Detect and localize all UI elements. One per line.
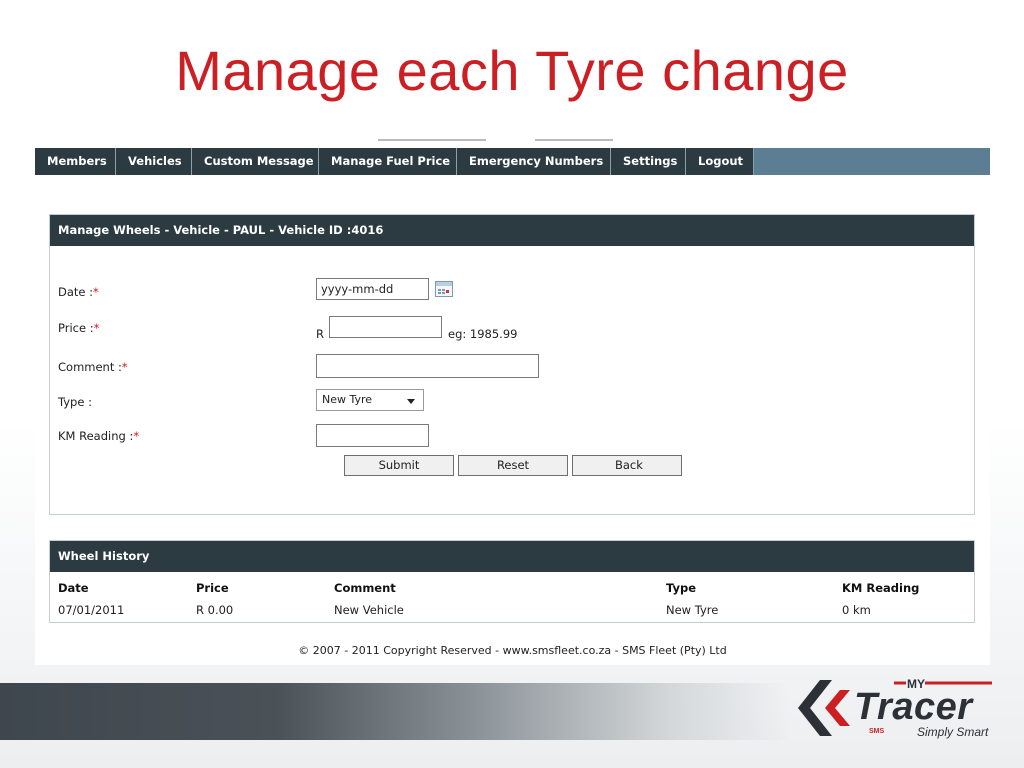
chevron-down-icon bbox=[407, 399, 415, 404]
column-header-date: Date bbox=[58, 581, 89, 595]
required-mark: * bbox=[133, 429, 140, 443]
divider bbox=[378, 139, 486, 141]
table-cell: 07/01/2011 bbox=[58, 603, 125, 617]
copyright-footer: © 2007 - 2011 Copyright Reserved - www.s… bbox=[298, 644, 727, 657]
divider bbox=[535, 139, 613, 141]
mytracer-logo: MY Tracer SMS Simply Smart bbox=[790, 672, 1000, 744]
table-cell: R 0.00 bbox=[196, 603, 234, 617]
type-select[interactable]: New Tyre bbox=[316, 389, 424, 411]
table-cell: 0 km bbox=[842, 603, 871, 617]
back-button[interactable]: Back bbox=[572, 455, 682, 476]
column-header-comment: Comment bbox=[334, 581, 396, 595]
reset-button[interactable]: Reset bbox=[458, 455, 568, 476]
table-cell: New Tyre bbox=[666, 603, 719, 617]
nav-logout[interactable]: Logout bbox=[686, 148, 754, 175]
km-reading-input[interactable] bbox=[316, 424, 429, 447]
column-header-km-reading: KM Reading bbox=[842, 581, 920, 595]
comment-label: Comment :* bbox=[58, 360, 128, 374]
currency-label: R bbox=[316, 327, 324, 341]
price-input[interactable] bbox=[329, 316, 442, 338]
column-header-price: Price bbox=[196, 581, 229, 595]
comment-input[interactable] bbox=[316, 354, 539, 378]
logo-sms: SMS bbox=[869, 728, 885, 735]
nav-members[interactable]: Members bbox=[35, 148, 116, 175]
nav-manage-fuel-price[interactable]: Manage Fuel Price bbox=[319, 148, 457, 175]
submit-button[interactable]: Submit bbox=[344, 455, 454, 476]
required-mark: * bbox=[93, 285, 99, 299]
nav-settings[interactable]: Settings bbox=[611, 148, 686, 175]
nav-custom-message[interactable]: Custom Message bbox=[192, 148, 319, 175]
nav-emergency-numbers[interactable]: Emergency Numbers bbox=[457, 148, 611, 175]
date-label: Date :* bbox=[58, 285, 99, 299]
panel-title: Manage Wheels - Vehicle - PAUL - Vehicle… bbox=[50, 215, 974, 246]
date-input[interactable] bbox=[316, 278, 429, 300]
calendar-icon[interactable] bbox=[435, 281, 453, 297]
main-nav: Members Vehicles Custom Message Manage F… bbox=[35, 148, 990, 175]
km-reading-label: KM Reading :* bbox=[58, 429, 140, 443]
logo-wordmark: Tracer bbox=[854, 686, 973, 728]
manage-wheels-panel: Manage Wheels - Vehicle - PAUL - Vehicle… bbox=[49, 214, 975, 515]
type-select-value: New Tyre bbox=[322, 393, 373, 406]
app-screenshot: Members Vehicles Custom Message Manage F… bbox=[35, 148, 990, 665]
bottom-band bbox=[0, 683, 790, 740]
price-example: eg: 1985.99 bbox=[448, 327, 518, 341]
logo-tagline: Simply Smart bbox=[917, 725, 989, 739]
price-label: Price :* bbox=[58, 321, 100, 335]
type-label: Type : bbox=[58, 395, 92, 409]
column-header-type: Type bbox=[666, 581, 697, 595]
wheel-history-panel: Wheel History Date Price Comment Type KM… bbox=[49, 540, 975, 623]
table-cell: New Vehicle bbox=[334, 603, 404, 617]
required-mark: * bbox=[121, 360, 128, 374]
nav-vehicles[interactable]: Vehicles bbox=[116, 148, 192, 175]
history-title: Wheel History bbox=[50, 541, 974, 572]
required-mark: * bbox=[93, 321, 100, 335]
slide-title: Manage each Tyre change bbox=[175, 39, 849, 102]
